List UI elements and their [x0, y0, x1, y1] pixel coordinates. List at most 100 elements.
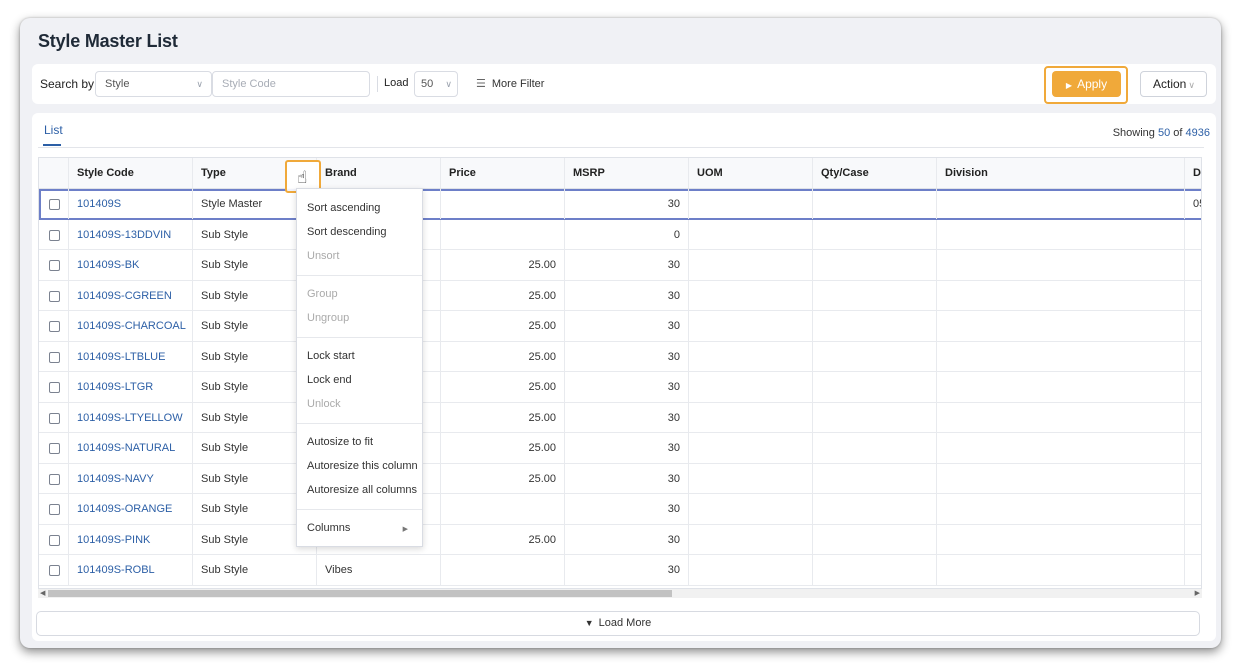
row-checkbox-cell — [39, 463, 69, 493]
row-checkbox[interactable] — [49, 504, 60, 515]
row-checkbox[interactable] — [49, 565, 60, 576]
style-code-cell[interactable]: 101409S-ORANGE — [69, 494, 193, 524]
style-code-cell[interactable]: 101409S — [69, 189, 193, 219]
de-cell — [1185, 555, 1201, 585]
scroll-right-icon[interactable]: ▶ — [1195, 589, 1200, 598]
style-code-cell[interactable]: 101409S-BK — [69, 250, 193, 280]
table-row[interactable]: 101409S-BK Sub Style 25.00 30 — [39, 250, 1201, 281]
style-code-cell[interactable]: 101409S-NATURAL — [69, 433, 193, 463]
apply-button[interactable]: ▶ Apply — [1052, 71, 1121, 97]
row-checkbox[interactable] — [49, 473, 60, 485]
table-row[interactable]: 101409S-LTBLUE Sub Style 25.00 30 — [39, 341, 1201, 372]
table-row[interactable]: 101409S-PINK Sub Style 25.00 30 — [39, 524, 1201, 555]
column-header-brand[interactable]: Brand — [317, 158, 441, 188]
column-context-menu: Sort ascending Sort descending Unsort Gr… — [296, 188, 423, 547]
column-header-msrp[interactable]: MSRP — [565, 158, 689, 188]
load-value: 50 — [421, 78, 434, 90]
row-checkbox[interactable] — [49, 290, 60, 302]
row-checkbox[interactable] — [49, 443, 60, 454]
de-cell — [1185, 464, 1201, 494]
row-checkbox[interactable] — [49, 382, 60, 393]
load-more-button[interactable]: ▼ Load More — [36, 611, 1200, 636]
apply-label: Apply — [1077, 77, 1108, 91]
de-cell — [1185, 250, 1201, 280]
row-checkbox[interactable] — [49, 199, 60, 210]
tab-divider — [38, 147, 1204, 148]
table-row[interactable]: 101409S-LTYELLOW Sub Style 25.00 30 — [39, 402, 1201, 433]
row-checkbox[interactable] — [49, 351, 60, 363]
qty-case-cell — [813, 494, 937, 524]
menu-item-autoresize-column[interactable]: Autoresize this column — [307, 460, 418, 472]
column-header-price[interactable]: Price — [441, 158, 565, 188]
menu-item-group[interactable]: Group — [307, 288, 338, 300]
style-code-cell[interactable]: 101409S-LTYELLOW — [69, 402, 193, 432]
column-header-division[interactable]: Division — [937, 158, 1185, 188]
table-row[interactable]: 101409S-NATURAL Sub Style 25.00 30 — [39, 433, 1201, 464]
action-button[interactable]: Action ∨ — [1140, 71, 1207, 97]
more-filter-button[interactable]: ☰ More Filter — [476, 77, 544, 90]
horizontal-scrollbar[interactable]: ◀ ▶ — [38, 589, 1202, 598]
style-code-cell[interactable]: 101409S-LTGR — [69, 372, 193, 402]
caret-down-icon: ▼ — [584, 618, 594, 628]
row-checkbox[interactable] — [49, 534, 60, 546]
column-header-style-code[interactable]: Style Code — [69, 158, 193, 188]
row-checkbox[interactable] — [49, 321, 60, 332]
column-header-de[interactable]: De — [1185, 158, 1201, 188]
load-select[interactable]: 50 ∨ — [414, 71, 458, 97]
menu-item-unsort[interactable]: Unsort — [307, 250, 339, 262]
division-cell — [937, 524, 1185, 554]
menu-item-unlock[interactable]: Unlock — [307, 398, 341, 410]
price-cell: 25.00 — [441, 524, 565, 554]
menu-item-lock-end[interactable]: Lock end — [307, 374, 352, 386]
menu-item-autoresize-all[interactable]: Autoresize all columns — [307, 484, 417, 496]
tab-list[interactable]: List — [44, 123, 63, 137]
row-checkbox-cell — [39, 280, 69, 310]
style-code-cell[interactable]: 101409S-CGREEN — [69, 280, 193, 310]
msrp-cell: 30 — [565, 433, 689, 463]
menu-item-columns[interactable]: Columns — [307, 522, 350, 534]
table-row[interactable]: 101409SStyle Master3005 — [39, 189, 1201, 220]
de-cell — [1185, 494, 1201, 524]
row-checkbox-cell — [39, 433, 69, 463]
column-header-uom[interactable]: UOM — [689, 158, 813, 188]
style-code-cell[interactable]: 101409S-13DDVIN — [69, 219, 193, 249]
table-row[interactable]: 101409S-CHARCOAL Sub Style 25.00 30 — [39, 311, 1201, 342]
row-checkbox[interactable] — [49, 229, 60, 241]
price-cell: 25.00 — [441, 372, 565, 402]
style-code-cell[interactable]: 101409S-LTBLUE — [69, 341, 193, 371]
search-by-select[interactable]: Style ∨ — [95, 71, 212, 97]
row-checkbox[interactable] — [49, 412, 60, 424]
style-code-input[interactable]: Style Code — [212, 71, 370, 97]
style-code-cell[interactable]: 101409S-ROBL — [69, 555, 193, 585]
table-row[interactable]: 101409S-ROBL Sub Style Vibes 30 — [39, 555, 1201, 586]
msrp-cell: 30 — [565, 341, 689, 371]
msrp-cell: 30 — [565, 494, 689, 524]
style-code-cell[interactable]: 101409S-PINK — [69, 524, 193, 554]
table-row[interactable]: 101409S-13DDVIN Sub Style 0 — [39, 219, 1201, 250]
menu-item-sort-descending[interactable]: Sort descending — [307, 226, 387, 238]
table-row[interactable]: 101409S-CGREEN Sub Style 25.00 30 — [39, 280, 1201, 311]
uom-cell — [689, 555, 813, 585]
menu-item-lock-start[interactable]: Lock start — [307, 350, 355, 362]
select-all-cell — [39, 158, 69, 188]
scroll-left-icon[interactable]: ◀ — [40, 589, 45, 598]
row-checkbox[interactable] — [49, 260, 60, 271]
style-code-cell[interactable]: 101409S-NAVY — [69, 463, 193, 493]
menu-item-ungroup[interactable]: Ungroup — [307, 312, 349, 324]
table-row[interactable]: 101409S-ORANGE Sub Style 30 — [39, 494, 1201, 525]
style-code-cell[interactable]: 101409S-CHARCOAL — [69, 311, 193, 341]
table-row[interactable]: 101409S-LTGR Sub Style 25.00 30 — [39, 372, 1201, 403]
menu-item-sort-ascending[interactable]: Sort ascending — [307, 202, 380, 214]
msrp-cell: 30 — [565, 402, 689, 432]
de-cell — [1185, 281, 1201, 311]
showing-label: Showing — [1112, 127, 1155, 139]
menu-item-autosize-fit[interactable]: Autosize to fit — [307, 436, 373, 448]
brand-cell: Vibes — [317, 555, 441, 585]
price-cell — [441, 494, 565, 524]
scrollbar-thumb[interactable] — [48, 590, 672, 597]
qty-case-cell — [813, 311, 937, 341]
load-more-label: Load More — [598, 617, 652, 629]
column-header-qty-case[interactable]: Qty/Case — [813, 158, 937, 188]
table-row[interactable]: 101409S-NAVY Sub Style 25.00 30 — [39, 463, 1201, 494]
price-cell: 25.00 — [441, 402, 565, 432]
